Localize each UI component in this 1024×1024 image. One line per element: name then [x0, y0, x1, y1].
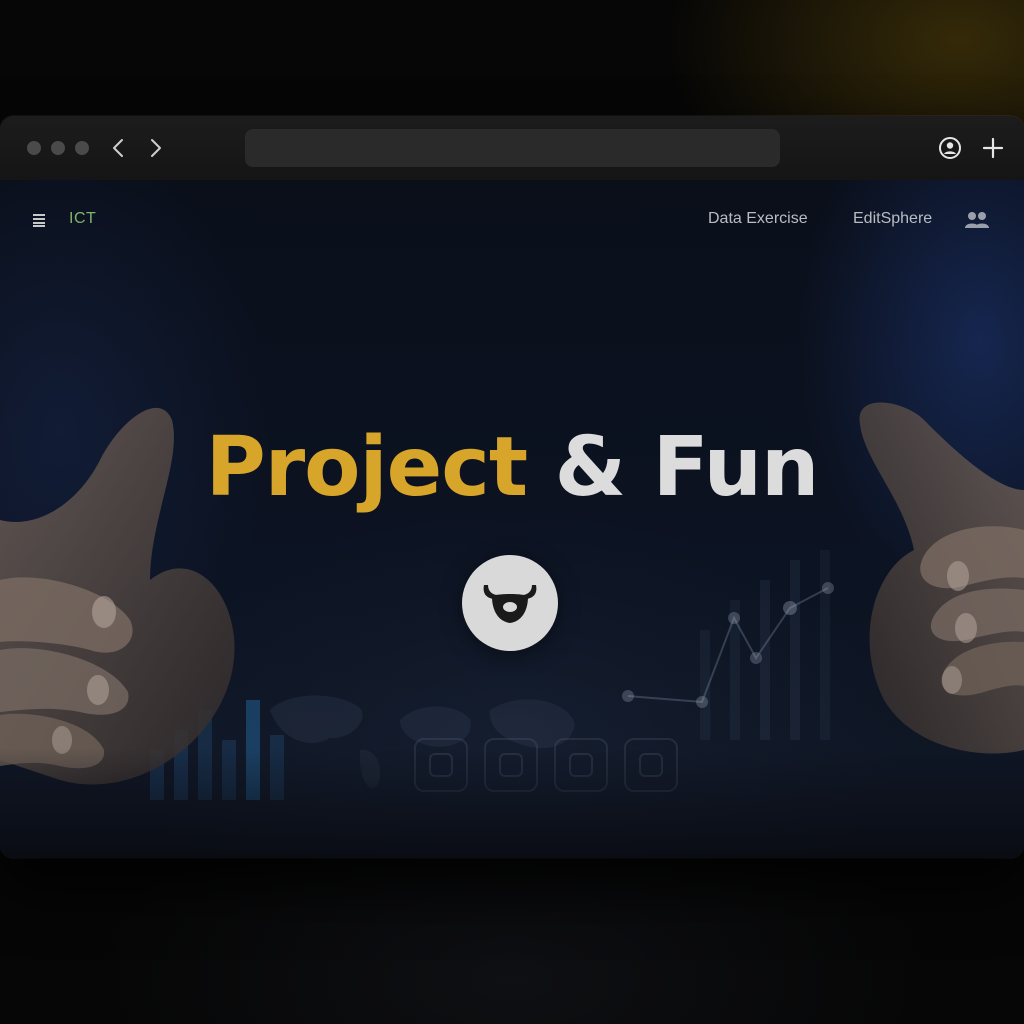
bull-head-icon	[483, 585, 537, 623]
user-circle-icon[interactable]	[937, 135, 963, 161]
content-bottom-fade	[0, 748, 1024, 858]
page-content: ICT Data Exercise EditSphere Project & F…	[0, 180, 1024, 858]
browser-window: ICT Data Exercise EditSphere Project & F…	[0, 116, 1024, 858]
window-close-dot[interactable]	[27, 141, 41, 155]
hero-title-project: Project	[205, 420, 528, 515]
hero-title: Project & Fun	[0, 420, 1024, 515]
background-line-chart	[622, 550, 834, 740]
users-icon[interactable]	[964, 211, 990, 229]
window-minimize-dot[interactable]	[51, 141, 65, 155]
browser-titlebar	[0, 116, 1024, 181]
nav-link-editsphere[interactable]: EditSphere	[853, 210, 932, 228]
address-bar[interactable]	[245, 129, 780, 167]
bull-logo-badge[interactable]	[462, 555, 558, 651]
hero-title-fun: & Fun	[554, 420, 820, 515]
menu-icon[interactable]	[32, 213, 46, 227]
plus-icon[interactable]	[980, 135, 1006, 161]
nav-link-data-exercise[interactable]: Data Exercise	[708, 210, 808, 228]
chevron-left-icon[interactable]	[107, 136, 131, 160]
window-maximize-dot[interactable]	[75, 141, 89, 155]
chevron-right-icon[interactable]	[143, 136, 167, 160]
brand-logo-text[interactable]: ICT	[69, 210, 96, 228]
